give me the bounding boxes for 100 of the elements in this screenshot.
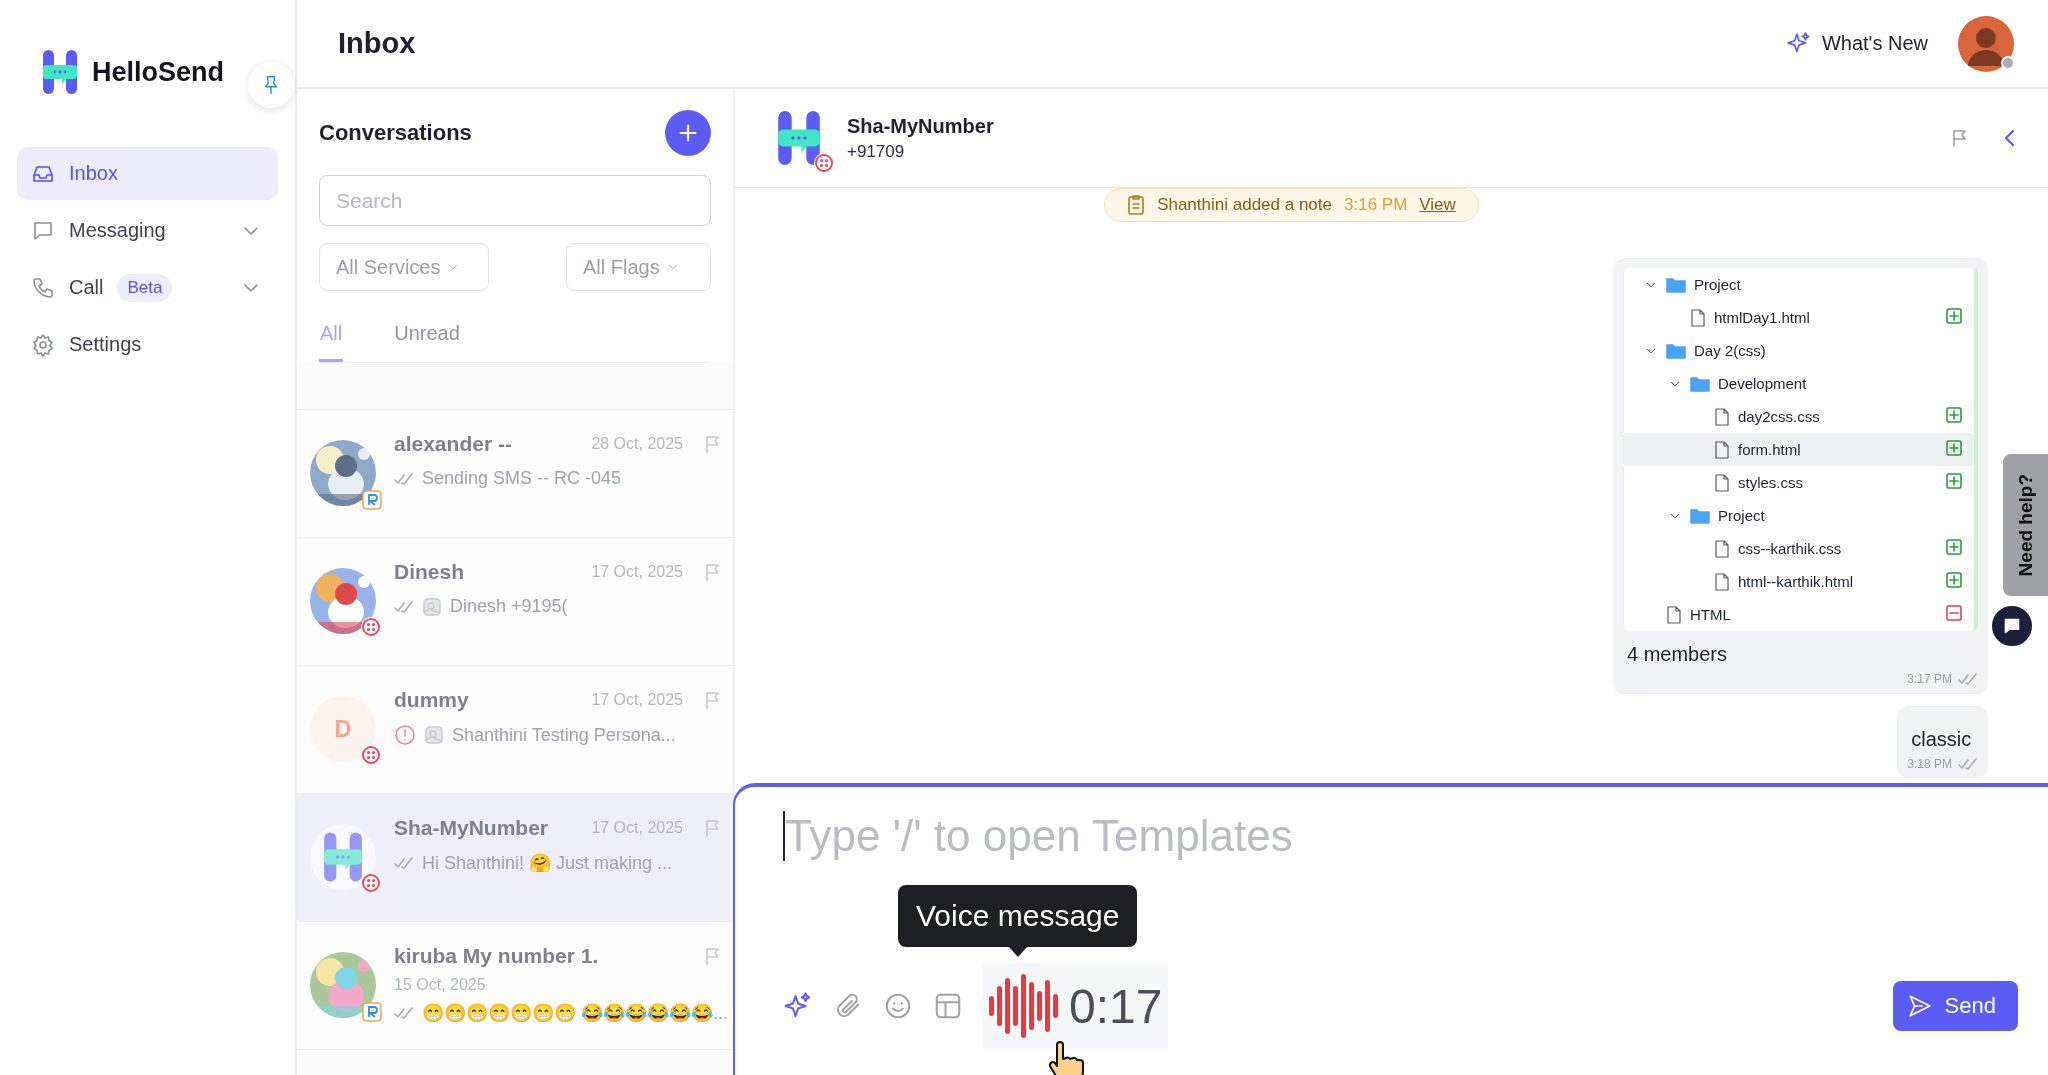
help-tab[interactable]: Need help? bbox=[2003, 454, 2048, 596]
channel-badge-icon bbox=[360, 872, 382, 894]
channel-badge-icon bbox=[362, 490, 382, 510]
image-icon bbox=[422, 596, 442, 617]
app-name: HelloSend bbox=[92, 56, 225, 88]
contact-name: Sha-MyNumber bbox=[847, 114, 994, 138]
channel-badge-icon bbox=[813, 152, 835, 174]
plus-icon bbox=[677, 122, 699, 144]
contact-name: dummy bbox=[394, 688, 469, 712]
added-icon bbox=[1946, 539, 1962, 555]
double-check-icon bbox=[1958, 757, 1978, 771]
file-icon bbox=[1714, 440, 1730, 459]
message-preview: Dinesh +9195( bbox=[450, 596, 568, 617]
message-time: 3:17 PM bbox=[1907, 672, 1952, 686]
added-icon bbox=[1946, 407, 1962, 423]
message-date: 15 Oct, 2025 bbox=[394, 976, 487, 994]
note-time: 3:16 PM bbox=[1344, 195, 1408, 215]
message-date: 17 Oct, 2025 bbox=[591, 691, 683, 709]
message-date: 28 Oct, 2025 bbox=[591, 435, 683, 453]
search-field[interactable]: Search bbox=[319, 175, 711, 226]
double-check-icon bbox=[394, 1006, 414, 1020]
file-name: htmlDay1.html bbox=[1714, 309, 1810, 326]
folder-name: Project bbox=[1718, 507, 1765, 524]
chat-bubble-icon bbox=[2002, 616, 2022, 636]
message-preview: Sending SMS -- RC -045 bbox=[422, 468, 622, 489]
whats-new-button[interactable]: What's New bbox=[1779, 29, 1934, 58]
send-icon bbox=[1906, 993, 1933, 1019]
nav-label: Call bbox=[69, 276, 104, 299]
phone-number: +91709 bbox=[847, 141, 906, 162]
file-icon bbox=[1714, 407, 1730, 426]
folder-icon bbox=[1666, 276, 1686, 293]
message-preview: 😁😁😁😁😁😁😁 😂😂😂😂😂😂... bbox=[422, 1002, 728, 1024]
file-icon bbox=[1714, 572, 1730, 591]
smiley-icon bbox=[883, 991, 913, 1021]
conversation-item[interactable]: Sha-MyNumber 17 Oct, 2025 Hi Shanthini! 🤗 Just making ... bbox=[297, 794, 733, 922]
message-preview: Shanthini Testing Persona... bbox=[452, 724, 676, 746]
message-date: 17 Oct, 2025 bbox=[591, 563, 683, 581]
error-icon bbox=[394, 724, 416, 746]
layout-icon bbox=[933, 991, 963, 1021]
file-name: styles.css bbox=[1738, 474, 1803, 491]
view-link[interactable]: View bbox=[1419, 195, 1456, 215]
double-check-icon bbox=[394, 856, 414, 870]
send-button[interactable]: Send bbox=[1892, 981, 2018, 1031]
channel-badge-icon bbox=[360, 744, 382, 766]
emoji-button[interactable] bbox=[883, 991, 913, 1021]
user-avatar[interactable] bbox=[1958, 15, 2014, 72]
contact-logo-icon bbox=[777, 110, 821, 166]
folder-name: Development bbox=[1718, 375, 1807, 392]
added-icon bbox=[1946, 572, 1962, 588]
beta-badge: Beta bbox=[117, 273, 173, 302]
added-icon bbox=[1946, 473, 1962, 489]
double-check-icon bbox=[1958, 672, 1978, 686]
note-icon bbox=[1127, 195, 1146, 215]
double-check-icon bbox=[394, 599, 414, 614]
pin-button[interactable] bbox=[248, 62, 294, 108]
file-name: css--karthik.css bbox=[1738, 540, 1842, 557]
folder-name: Project bbox=[1694, 276, 1741, 293]
channel-badge-icon bbox=[360, 616, 382, 638]
nav-item[interactable]: Settings bbox=[17, 318, 278, 371]
nav-item[interactable]: Inbox bbox=[17, 147, 278, 200]
file-name: html--karthik.html bbox=[1738, 573, 1853, 590]
nav-item[interactable]: Messaging bbox=[17, 204, 278, 257]
phone-icon bbox=[31, 275, 55, 300]
file-name: HTML bbox=[1690, 606, 1731, 623]
message-text: classic bbox=[1910, 727, 1973, 752]
removed-icon bbox=[1946, 605, 1962, 621]
nav-label: Inbox bbox=[69, 162, 118, 185]
added-icon bbox=[1946, 440, 1962, 456]
logo-icon bbox=[323, 832, 363, 882]
avatar-initial: D bbox=[310, 696, 376, 762]
logo-icon bbox=[42, 50, 78, 94]
contact-name: Dinesh bbox=[394, 560, 464, 584]
double-check-icon bbox=[394, 471, 414, 486]
message-preview: Hi Shanthini! 🤗 Just making ... bbox=[422, 852, 673, 874]
tooltip-pointer-icon bbox=[1008, 947, 1027, 957]
folder-name: Day 2(css) bbox=[1694, 342, 1766, 359]
file-icon bbox=[1666, 605, 1682, 624]
file-icon bbox=[1714, 473, 1730, 492]
message-date: 17 Oct, 2025 bbox=[591, 819, 683, 837]
note-text: Shanthini added a note bbox=[1157, 195, 1332, 215]
tooltip: Voice message bbox=[898, 885, 1138, 947]
nav-label: Settings bbox=[69, 333, 142, 356]
folder-icon bbox=[1666, 342, 1686, 359]
nav-item[interactable]: Call Beta bbox=[17, 261, 278, 314]
template-button[interactable] bbox=[933, 991, 963, 1021]
message-time: 3:18 PM bbox=[1907, 757, 1952, 771]
chevron-down-icon bbox=[244, 283, 258, 292]
contact-name: kiruba My number 1. bbox=[394, 944, 599, 968]
chevron-down-icon bbox=[244, 226, 258, 235]
image-icon bbox=[424, 725, 444, 745]
waveform-icon bbox=[989, 974, 1061, 1038]
tab[interactable]: Unread bbox=[393, 316, 461, 362]
contact-name: Sha-MyNumber bbox=[394, 816, 549, 840]
filter-dropdown[interactable]: All Flags bbox=[566, 243, 711, 291]
filter-dropdown[interactable]: All Services bbox=[319, 243, 489, 291]
settings-icon bbox=[31, 332, 55, 357]
file-name: day2css.css bbox=[1738, 408, 1820, 425]
add-button[interactable] bbox=[665, 110, 711, 156]
page-title: Inbox bbox=[338, 27, 416, 60]
file-icon bbox=[1714, 539, 1730, 558]
